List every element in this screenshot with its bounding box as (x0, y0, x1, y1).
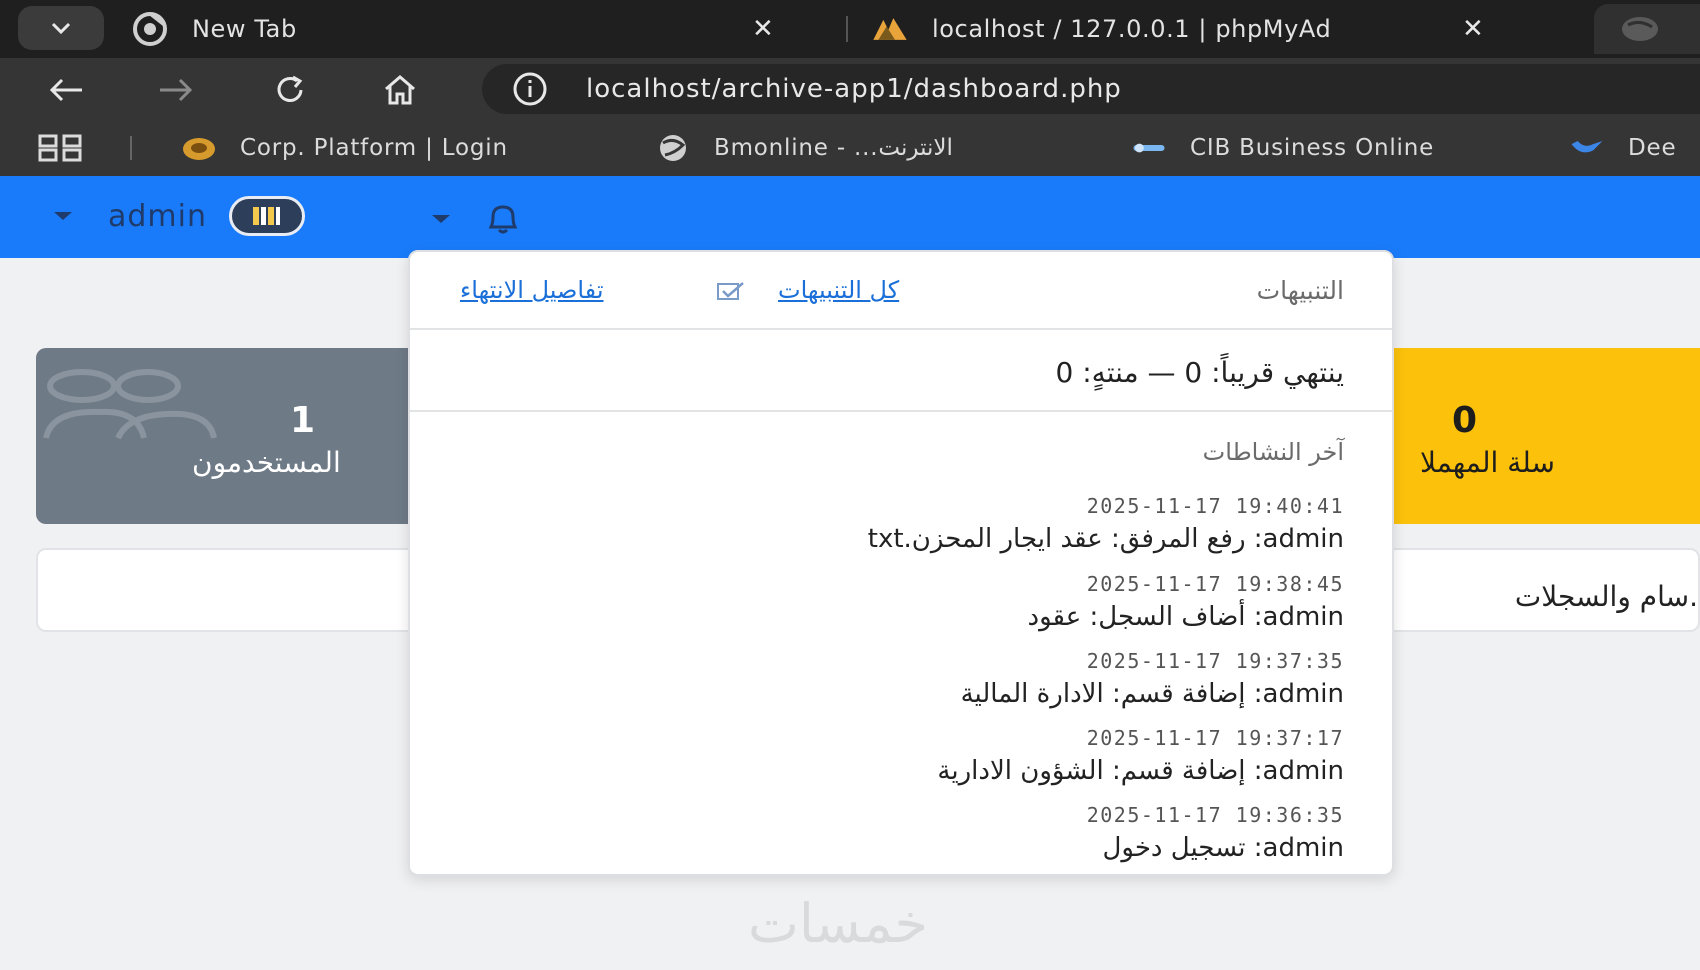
books-icon (253, 207, 280, 225)
caret-down-icon (54, 212, 72, 220)
bookmark-label: CIB Business Online (1190, 135, 1435, 161)
activity-title: آخر النشاطات (1202, 438, 1344, 466)
close-tab-icon[interactable]: ✕ (752, 14, 774, 44)
bell-icon (480, 202, 526, 236)
address-bar[interactable]: localhost/archive-app1/dashboard.php (482, 64, 1700, 114)
chevron-down-icon (51, 22, 71, 35)
notifications-toggle[interactable] (432, 202, 526, 236)
browser-toolbar: localhost/archive-app1/dashboard.php (0, 58, 1700, 120)
expiry-details-link[interactable]: تفاصيل الانتهاء (460, 276, 604, 304)
bookmarks-bar: Corp. Platform | Login Bmonline - ...الا… (0, 120, 1700, 176)
arrow-left-icon (49, 78, 82, 102)
apps-grid-icon[interactable] (38, 134, 84, 166)
bookmark-separator (130, 136, 132, 160)
forward-button[interactable] (154, 68, 198, 112)
activity-time: 2025-11-17 19:37:17 (1086, 726, 1344, 750)
users-icon (43, 369, 217, 440)
user-menu-toggle[interactable]: admin (54, 196, 305, 236)
reload-icon (277, 75, 303, 102)
phpmyadmin-icon (870, 9, 910, 49)
all-notifications-link[interactable]: كل التنبيهات (778, 276, 899, 304)
bookmark-bmonline[interactable]: Bmonline - ...الانترنت (656, 130, 953, 166)
check-square-icon (716, 280, 746, 306)
chrome-icon (130, 9, 170, 49)
dropdown-header: تفاصيل الانتهاء كل التنبيهات التنبيهات (410, 252, 1392, 330)
reload-button[interactable] (268, 68, 312, 112)
bookmark-corp-platform[interactable]: Corp. Platform | Login (182, 130, 508, 166)
site-info-icon[interactable] (510, 69, 550, 109)
bird-icon (1570, 133, 1604, 163)
url-text: localhost/archive-app1/dashboard.php (586, 74, 1122, 104)
expiry-summary: ينتهي قريباً: 0 — منتهٍ: 0 (410, 332, 1392, 412)
avatar (229, 196, 305, 236)
caret-down-icon (432, 215, 450, 223)
watermark: خمسات (748, 892, 929, 955)
trash-count: 0 (1452, 400, 1478, 441)
bookmark-label: Bmonline - ...الانترنت (714, 135, 953, 161)
activity-item: 2025-11-17 19:36:35 admin: تسجيل دخول (1087, 803, 1344, 863)
tab-new-tab[interactable]: New Tab ✕ (130, 0, 830, 58)
activity-item: 2025-11-17 19:40:41 admin: رفع المرفق: ع… (868, 494, 1344, 554)
activity-text: admin: تسجيل دخول (1102, 833, 1344, 863)
nav-username: admin (108, 198, 207, 234)
users-count: 1 (290, 400, 316, 441)
trash-label: سلة المهملا (1420, 446, 1555, 479)
activity-item: 2025-11-17 19:37:35 admin: إضافة قسم: ال… (961, 649, 1344, 709)
activity-item: 2025-11-17 19:38:45 admin: أضاف السجل: ع… (1028, 572, 1344, 632)
activity-item: 2025-11-17 19:37:17 admin: إضافة قسم: ال… (937, 726, 1344, 786)
corp-icon (182, 133, 216, 163)
tab-title: New Tab (192, 15, 297, 43)
bookmark-cib[interactable]: CIB Business Online (1132, 130, 1434, 166)
cib-icon (1132, 133, 1166, 163)
tab-phpmyadmin[interactable]: localhost / 127.0.0.1 | phpMyAd ✕ (870, 0, 1560, 58)
info-panel-text: سام والسجلات. (1514, 580, 1698, 613)
home-icon (385, 75, 415, 105)
activity-time: 2025-11-17 19:37:35 (1086, 649, 1344, 673)
dropdown-title: التنبيهات (1256, 276, 1344, 305)
activity-text: admin: رفع المرفق: عقد ايجار المحزن.txt (867, 524, 1344, 554)
activity-time: 2025-11-17 19:36:35 (1086, 803, 1344, 827)
browser-tabstrip: New Tab ✕ localhost / 127.0.0.1 | phpMyA… (0, 0, 1700, 58)
tab-search-button[interactable] (18, 6, 104, 50)
notifications-dropdown: تفاصيل الانتهاء كل التنبيهات التنبيهات ي… (408, 250, 1394, 876)
bookmark-label: Corp. Platform | Login (240, 135, 508, 161)
back-button[interactable] (44, 68, 88, 112)
bookmark-label: Dee (1628, 135, 1677, 161)
bookmark-dee[interactable]: Dee (1570, 130, 1676, 166)
activity-time: 2025-11-17 19:40:41 (1086, 494, 1344, 518)
globe-icon (1622, 17, 1658, 41)
activity-text: admin: إضافة قسم: الشؤون الادارية (937, 756, 1344, 786)
app-navbar: admin (0, 176, 1700, 258)
users-label: المستخدمون (192, 446, 341, 479)
activity-text: admin: إضافة قسم: الادارة المالية (960, 679, 1344, 709)
activity-time: 2025-11-17 19:38:45 (1086, 572, 1344, 596)
expiry-summary-text: ينتهي قريباً: 0 — منتهٍ: 0 (1055, 356, 1344, 389)
globe-icon (656, 133, 690, 163)
tab-separator (846, 16, 848, 42)
home-button[interactable] (378, 68, 422, 112)
activity-text: admin: أضاف السجل: عقود (1027, 602, 1344, 632)
tab-title: localhost / 127.0.0.1 | phpMyAd (932, 15, 1332, 43)
trash-stat-card[interactable]: 0 سلة المهملا (1370, 348, 1700, 524)
arrow-right-icon (160, 78, 193, 102)
close-tab-icon[interactable]: ✕ (1462, 14, 1484, 44)
users-stat-card[interactable]: 1 المستخدمون (36, 348, 456, 524)
profile-button[interactable] (1594, 4, 1700, 54)
